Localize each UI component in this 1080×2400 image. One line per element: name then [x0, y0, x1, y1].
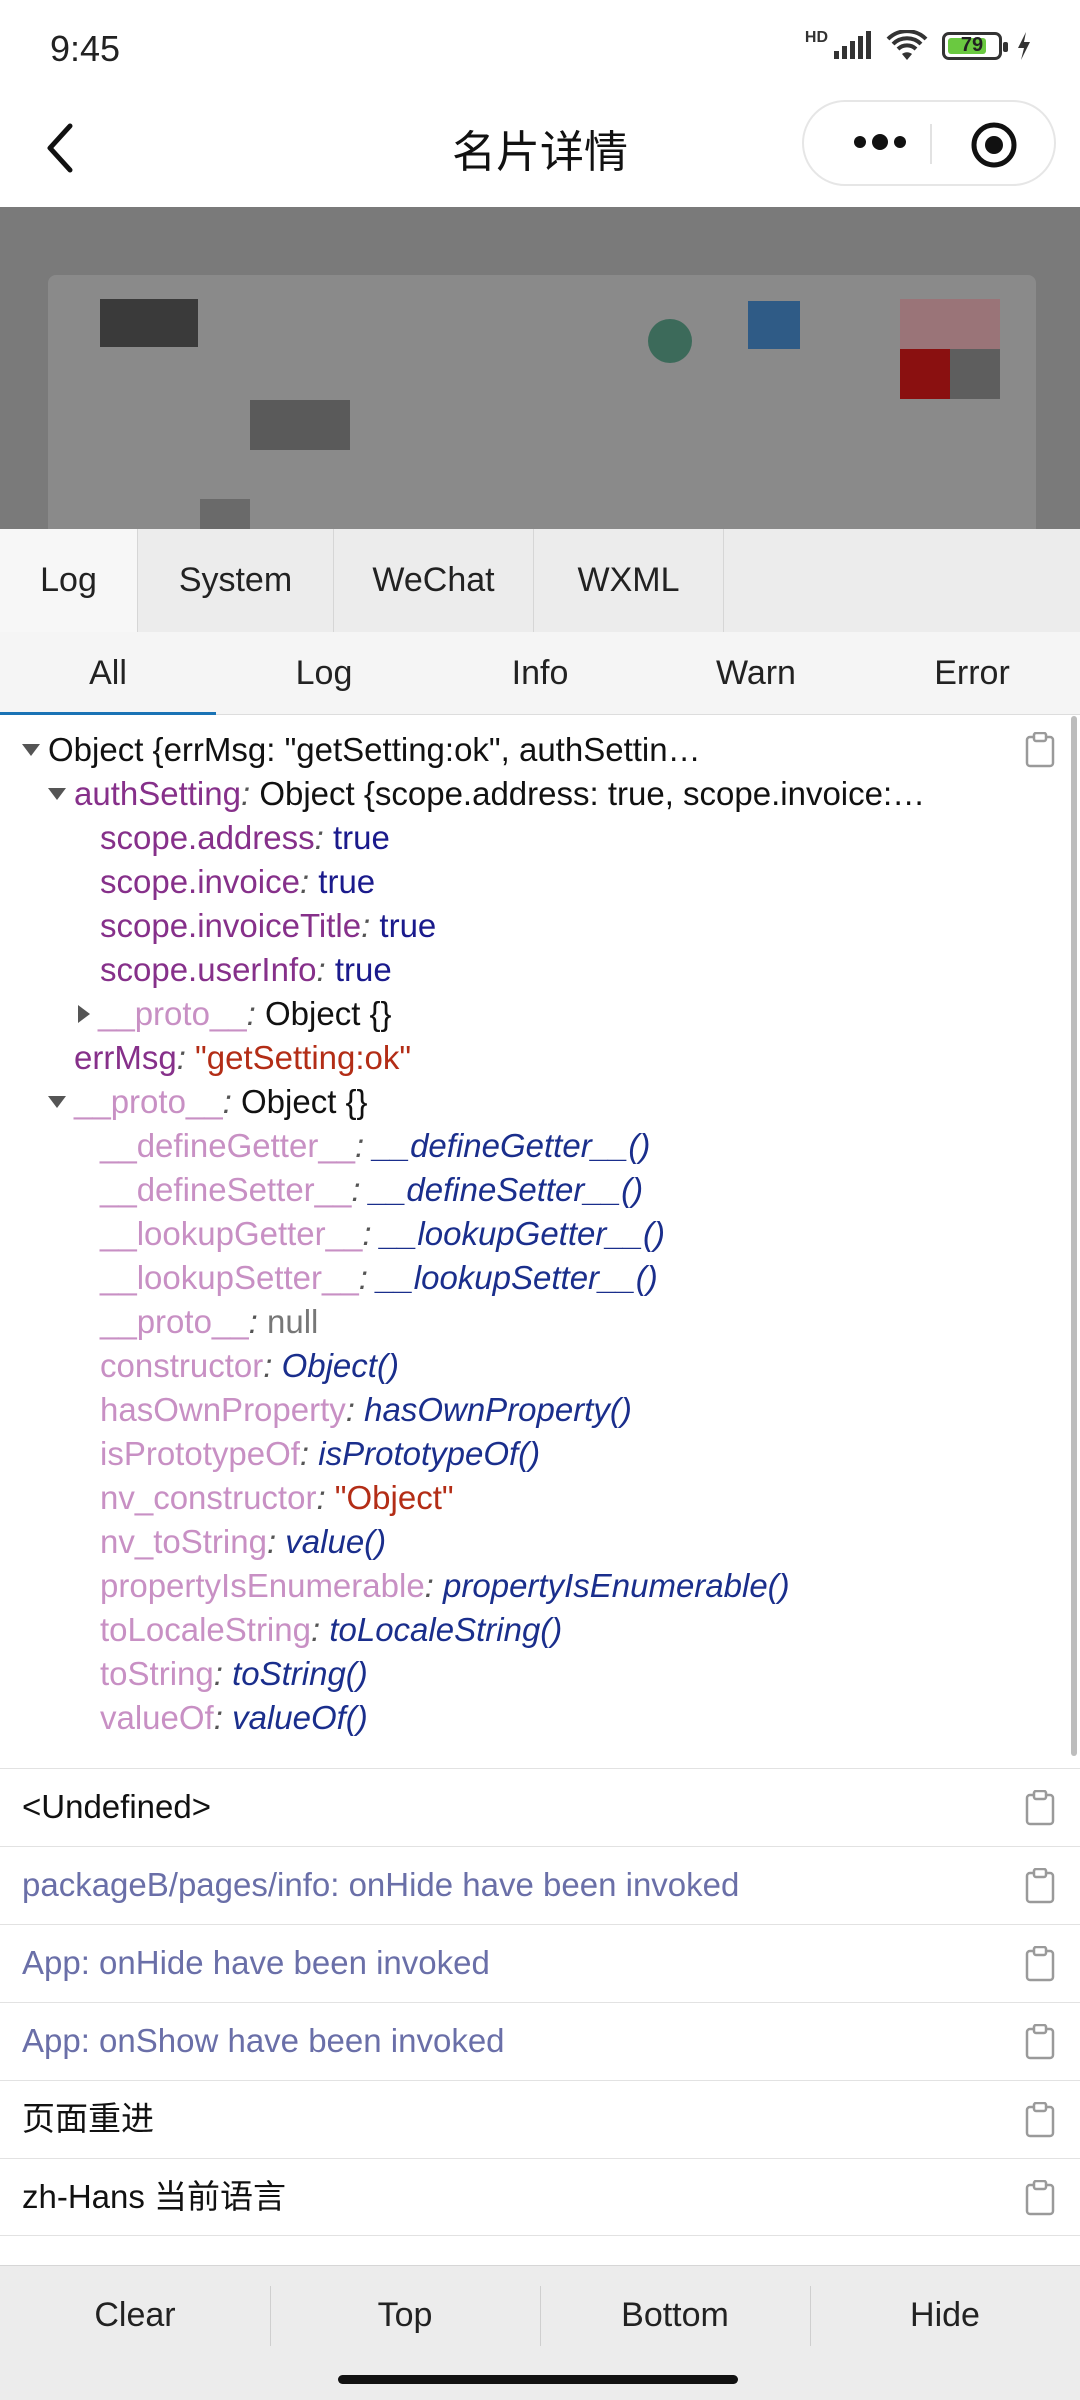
tree-prop: toString: toString() [100, 1655, 368, 1692]
top-button[interactable]: Top [270, 2266, 540, 2364]
tree-root[interactable]: Object {errMsg: "getSetting:ok", authSet… [22, 728, 701, 772]
filter-info[interactable]: Info [432, 632, 648, 714]
caret-down-icon[interactable] [48, 1096, 66, 1109]
log-object-tree: Object {errMsg: "getSetting:ok", authSet… [0, 716, 1080, 1768]
card-logo [648, 319, 692, 363]
mini-program-capsule [802, 100, 1056, 186]
nav-bar: 名片详情 [0, 90, 1080, 205]
status-time: 9:45 [50, 28, 121, 69]
tree-prop: constructor: Object() [100, 1347, 399, 1384]
tree-prop: nv_toString: value() [100, 1523, 387, 1560]
caret-right-icon[interactable] [78, 1005, 90, 1024]
pixelated-block [100, 299, 198, 347]
copy-icon[interactable] [1024, 1868, 1056, 1904]
tree-node-proto[interactable]: __proto__: Object {} [48, 1080, 368, 1124]
tree-prop: toLocaleString: toLocaleString() [100, 1611, 563, 1648]
filter-warn[interactable]: Warn [648, 632, 864, 714]
pixelated-block [200, 499, 250, 529]
log-entry: App: onShow have been invoked [0, 2002, 1080, 2080]
business-card-preview [0, 207, 1080, 529]
tree-node-auth-proto[interactable]: __proto__: Object {} [78, 992, 392, 1036]
tree-prop: scope.invoiceTitle: true [100, 907, 437, 944]
more-dots-icon[interactable] [840, 120, 920, 164]
hd-network-label: HD [804, 29, 828, 46]
tab-wechat[interactable]: WeChat [334, 529, 534, 632]
log-filter-tabs: All Log Info Warn Error [0, 632, 1080, 715]
vconsole-tabs: Log System WeChat WXML [0, 529, 1080, 633]
log-entry: 页面重进 [0, 2080, 1080, 2158]
tree-prop: __lookupSetter__: __lookupSetter__() [100, 1259, 658, 1296]
status-bar: 9:45 HD 79 [0, 0, 1080, 90]
tree-prop: propertyIsEnumerable: propertyIsEnumerab… [100, 1567, 790, 1604]
battery-icon: 79 [942, 32, 1008, 60]
copy-icon[interactable] [1024, 732, 1056, 768]
caret-down-icon[interactable] [22, 744, 40, 757]
caret-down-icon[interactable] [48, 788, 66, 801]
tree-prop: __defineSetter__: __defineSetter__() [100, 1171, 644, 1208]
tree-prop: scope.userInfo: true [100, 951, 392, 988]
record-icon[interactable] [969, 120, 1019, 170]
tree-prop: valueOf: valueOf() [100, 1699, 368, 1736]
tree-prop: __proto__: null [100, 1303, 319, 1340]
pixelated-block [250, 400, 350, 450]
pixelated-block [950, 349, 1000, 399]
tree-prop: __lookupGetter__: __lookupGetter__() [100, 1215, 666, 1252]
log-entry: <Undefined> [0, 1768, 1080, 1846]
capsule-divider [930, 124, 932, 164]
tree-prop: scope.invoice: true [100, 863, 376, 900]
vconsole-toolbar: Clear Top Bottom Hide [0, 2265, 1080, 2364]
tree-prop: scope.address: true [100, 819, 390, 856]
tree-prop-errmsg: errMsg: "getSetting:ok" [74, 1039, 412, 1076]
tree-prop: isPrototypeOf: isPrototypeOf() [100, 1435, 541, 1472]
pixelated-block [748, 301, 800, 349]
bottom-button[interactable]: Bottom [540, 2266, 810, 2364]
status-icons: HD 79 [804, 29, 1032, 62]
charging-icon [1018, 32, 1030, 60]
home-indicator[interactable] [338, 2375, 738, 2384]
filter-all[interactable]: All [0, 632, 216, 715]
wifi-icon [886, 30, 928, 60]
copy-icon[interactable] [1024, 2024, 1056, 2060]
tree-prop: nv_constructor: "Object" [100, 1479, 454, 1516]
log-scrollbar[interactable] [1071, 716, 1077, 1756]
log-entry: packageB/pages/info: onHide have been in… [0, 1846, 1080, 1924]
tab-log[interactable]: Log [0, 529, 138, 632]
log-entry: App: onHide have been invoked [0, 1924, 1080, 2002]
tree-prop: hasOwnProperty: hasOwnProperty() [100, 1391, 632, 1428]
filter-error[interactable]: Error [864, 632, 1080, 714]
pixelated-block [900, 299, 1000, 349]
tab-wxml[interactable]: WXML [534, 529, 724, 632]
signal-icon [834, 31, 871, 59]
tree-prop: __defineGetter__: __defineGetter__() [100, 1127, 651, 1164]
pixelated-block [900, 349, 950, 399]
log-entry: zh-Hans 当前语言 [0, 2158, 1080, 2236]
tab-system[interactable]: System [138, 529, 334, 632]
filter-log[interactable]: Log [216, 632, 432, 714]
hide-button[interactable]: Hide [810, 2266, 1080, 2364]
battery-percent: 79 [960, 34, 984, 56]
copy-icon[interactable] [1024, 2180, 1056, 2216]
tree-node-authsetting[interactable]: authSetting: Object {scope.address: true… [48, 772, 925, 816]
copy-icon[interactable] [1024, 2102, 1056, 2138]
copy-icon[interactable] [1024, 1790, 1056, 1826]
copy-icon[interactable] [1024, 1946, 1056, 1982]
clear-button[interactable]: Clear [0, 2266, 270, 2364]
